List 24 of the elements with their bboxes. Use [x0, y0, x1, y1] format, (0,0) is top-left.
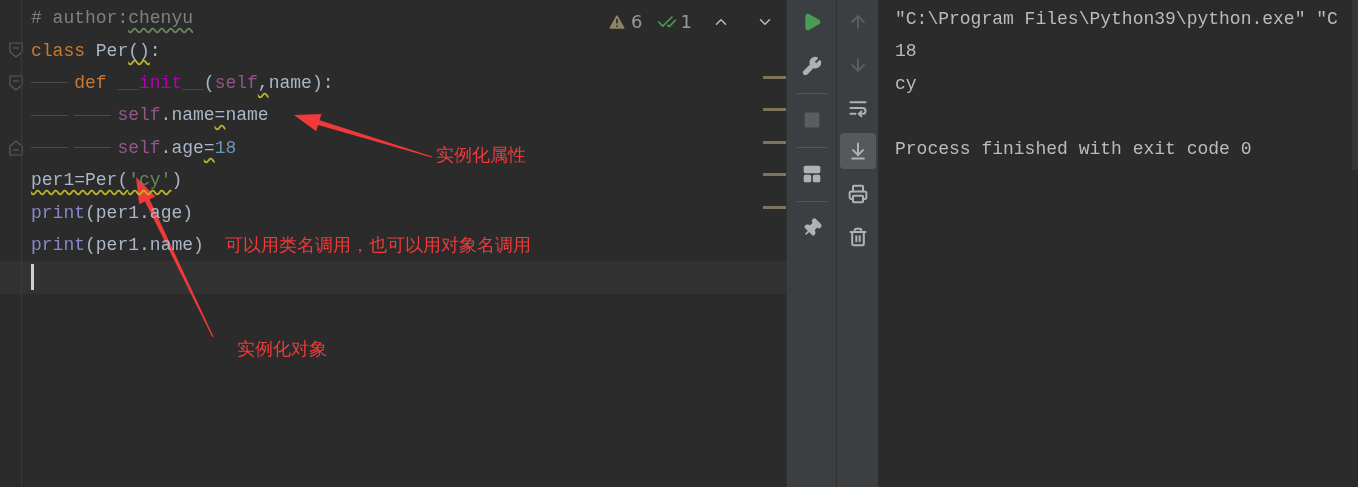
typo-count: 1	[680, 10, 692, 34]
print-icon	[847, 183, 868, 204]
code-line: self.name=name	[117, 104, 269, 128]
console-output-line: 18	[895, 40, 917, 64]
code-line: per1=Per('cy')	[31, 169, 183, 193]
scroll-to-end-button[interactable]	[839, 132, 876, 169]
code-line: # author:chenyu	[31, 7, 194, 31]
console-output-line: "C:\Program Files\Python39\python.exe" "C	[895, 8, 1338, 31]
code-line: class Per():	[31, 39, 161, 63]
exit-message: Process finished with exit code 0	[895, 137, 1252, 161]
annotation-text: 可以用类名调用，也可以用对象名调用	[225, 233, 531, 257]
fold-icon[interactable]	[9, 74, 23, 91]
wrench-icon[interactable]	[801, 56, 822, 76]
code-line: self.age=18	[117, 136, 237, 160]
layout-icon[interactable]	[801, 164, 822, 184]
code-line: def __init__(self,name):	[74, 71, 334, 95]
fold-icon[interactable]	[9, 42, 23, 59]
fold-icon[interactable]	[9, 139, 23, 156]
console-output-line: cy	[895, 72, 917, 96]
warning-count: 6	[631, 10, 643, 34]
trash-icon	[847, 226, 868, 247]
text-cursor	[31, 264, 34, 291]
annotation-text: 实例化属性	[436, 143, 526, 167]
annotation-text: 实例化对象	[237, 337, 327, 361]
